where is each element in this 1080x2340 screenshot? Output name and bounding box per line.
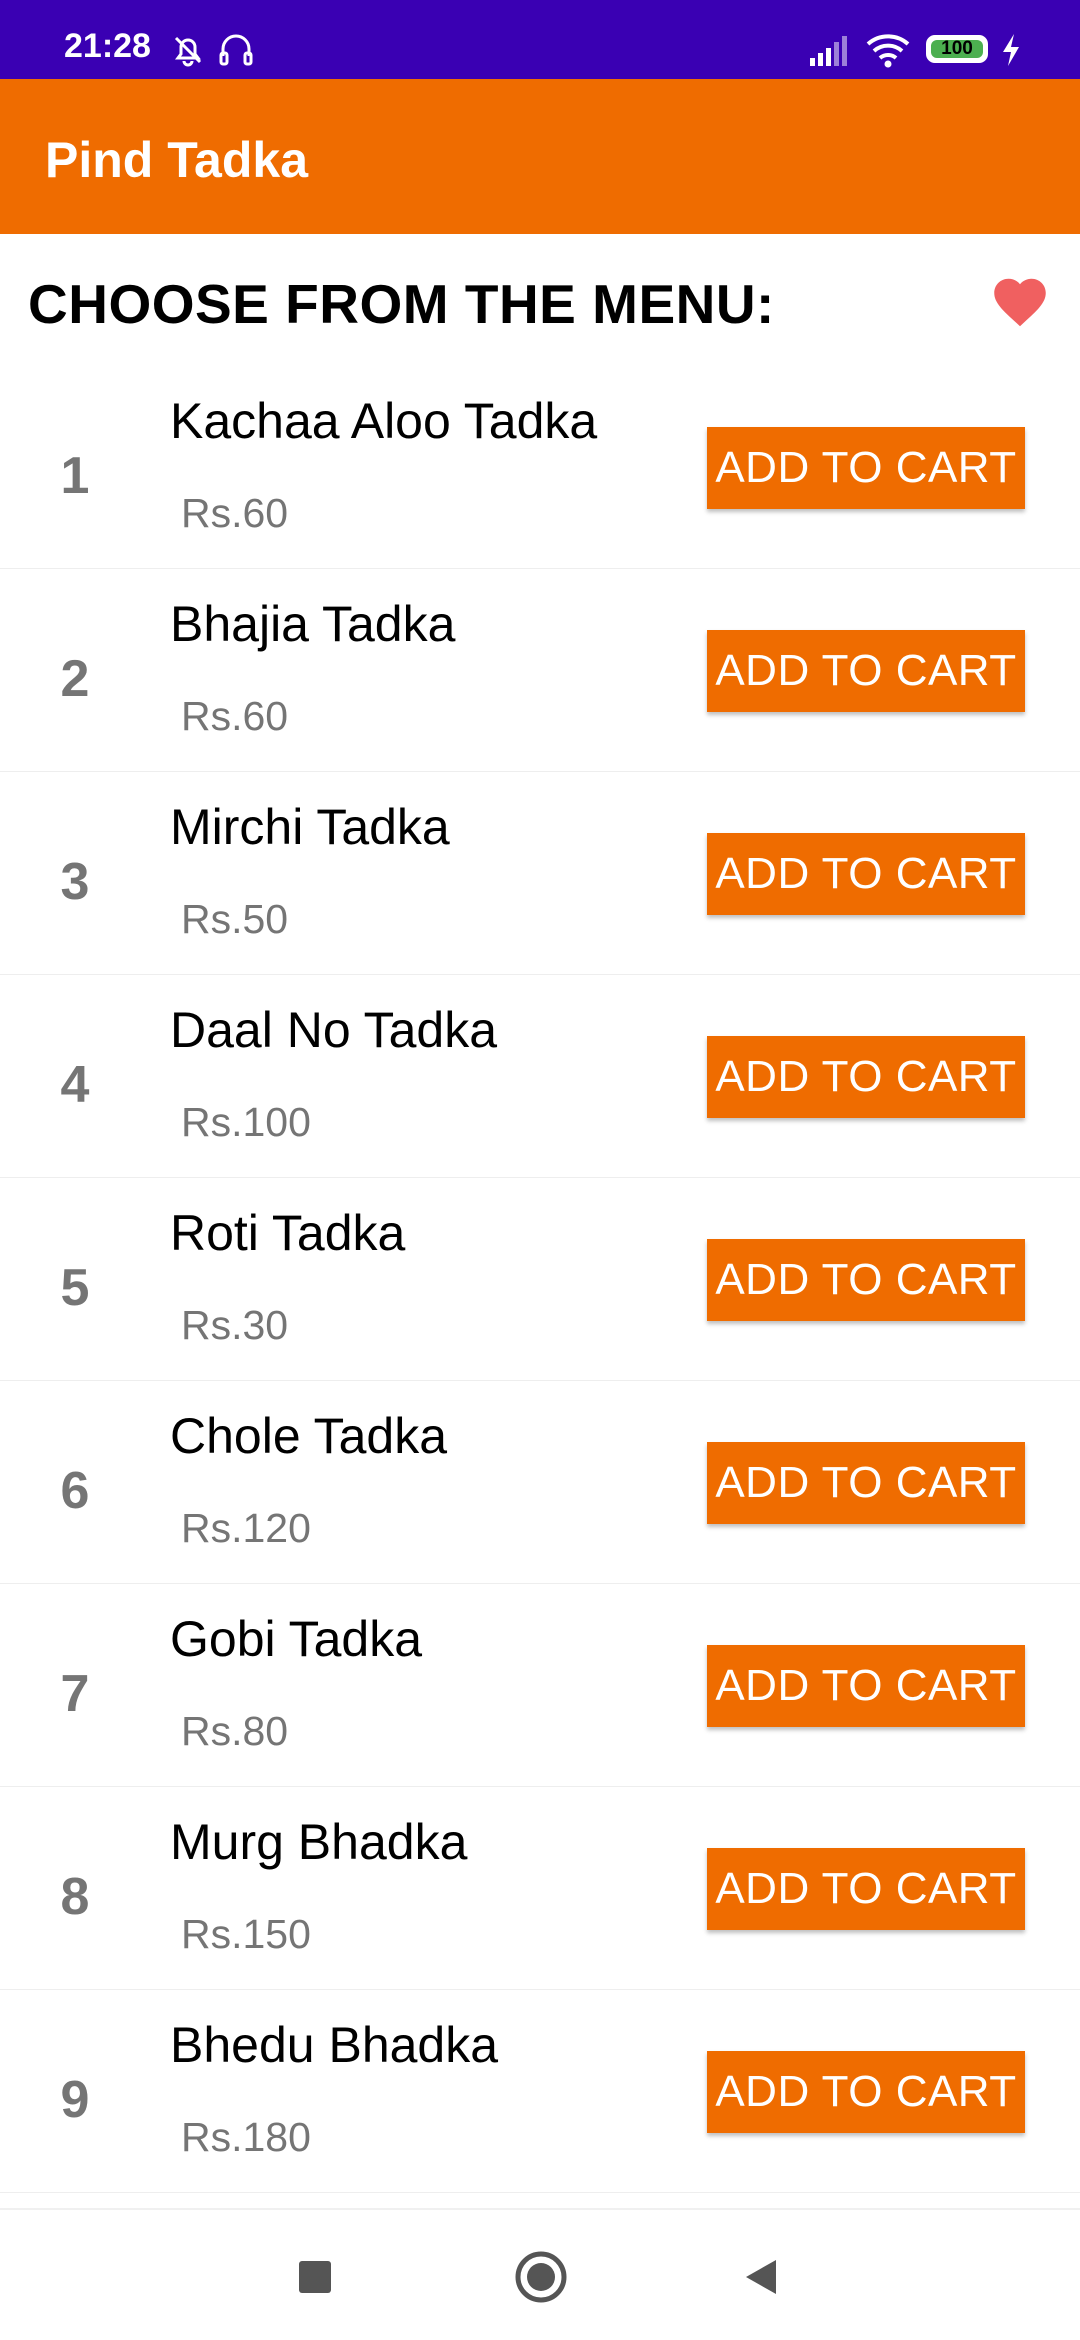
item-number: 1 bbox=[60, 447, 90, 505]
item-name: Murg Bhadka bbox=[170, 1814, 468, 1870]
item-price: Rs.80 bbox=[181, 1708, 289, 1754]
list-item: 1 Kachaa Aloo Tadka Rs.60 ADD TO CART bbox=[0, 366, 1080, 569]
item-number: 8 bbox=[60, 1868, 90, 1926]
add-to-cart-button[interactable]: ADD TO CART bbox=[707, 427, 1025, 509]
add-to-cart-button[interactable]: ADD TO CART bbox=[707, 1645, 1025, 1727]
headset-icon bbox=[219, 34, 253, 66]
item-name: Roti Tadka bbox=[170, 1205, 406, 1261]
add-to-cart-button[interactable]: ADD TO CART bbox=[707, 1036, 1025, 1118]
recents-square-icon[interactable] bbox=[298, 2260, 332, 2294]
item-number: 3 bbox=[60, 853, 90, 911]
back-triangle-icon[interactable] bbox=[744, 2258, 778, 2296]
menu-list: 1 Kachaa Aloo Tadka Rs.60 ADD TO CART 2 … bbox=[0, 366, 1080, 2193]
list-item: 8 Murg Bhadka Rs.150 ADD TO CART bbox=[0, 1787, 1080, 1990]
item-name: Mirchi Tadka bbox=[170, 799, 450, 855]
item-name: Bhajia Tadka bbox=[170, 596, 456, 652]
status-bar: 21:28 100 bbox=[0, 0, 1080, 79]
item-number: 2 bbox=[60, 650, 90, 708]
add-to-cart-button[interactable]: ADD TO CART bbox=[707, 1239, 1025, 1321]
home-circle-icon[interactable] bbox=[514, 2250, 568, 2304]
item-price: Rs.100 bbox=[181, 1099, 311, 1145]
status-time: 21:28 bbox=[64, 27, 151, 65]
add-to-cart-button[interactable]: ADD TO CART bbox=[707, 833, 1025, 915]
item-name: Kachaa Aloo Tadka bbox=[170, 393, 598, 449]
list-item: 7 Gobi Tadka Rs.80 ADD TO CART bbox=[0, 1584, 1080, 1787]
system-nav-bar bbox=[0, 2208, 1080, 2340]
list-item: 3 Mirchi Tadka Rs.50 ADD TO CART bbox=[0, 772, 1080, 975]
item-number: 4 bbox=[60, 1056, 90, 1114]
item-number: 9 bbox=[60, 2071, 90, 2129]
add-to-cart-button[interactable]: ADD TO CART bbox=[707, 1442, 1025, 1524]
add-to-cart-button[interactable]: ADD TO CART bbox=[707, 2051, 1025, 2133]
list-item: 5 Roti Tadka Rs.30 ADD TO CART bbox=[0, 1178, 1080, 1381]
item-price: Rs.120 bbox=[181, 1505, 311, 1551]
item-number: 5 bbox=[60, 1259, 90, 1317]
app-bar: Pind Tadka bbox=[0, 79, 1080, 234]
item-price: Rs.150 bbox=[181, 1911, 311, 1957]
list-item: 6 Chole Tadka Rs.120 ADD TO CART bbox=[0, 1381, 1080, 1584]
add-to-cart-button[interactable]: ADD TO CART bbox=[707, 630, 1025, 712]
app-title: Pind Tadka bbox=[45, 132, 309, 188]
heart-icon[interactable] bbox=[990, 272, 1050, 328]
battery-level: 100 bbox=[931, 39, 983, 58]
list-item: 9 Bhedu Bhadka Rs.180 ADD TO CART bbox=[0, 1990, 1080, 2193]
list-item: 2 Bhajia Tadka Rs.60 ADD TO CART bbox=[0, 569, 1080, 772]
item-number: 7 bbox=[60, 1665, 90, 1723]
item-price: Rs.180 bbox=[181, 2114, 311, 2160]
item-name: Daal No Tadka bbox=[170, 1002, 498, 1058]
item-number: 6 bbox=[60, 1462, 90, 1520]
battery-icon: 100 bbox=[926, 35, 988, 63]
signal-icon bbox=[810, 36, 847, 66]
wifi-icon bbox=[866, 34, 910, 68]
add-to-cart-button[interactable]: ADD TO CART bbox=[707, 1848, 1025, 1930]
item-price: Rs.30 bbox=[181, 1302, 289, 1348]
item-name: Gobi Tadka bbox=[170, 1611, 423, 1667]
item-name: Chole Tadka bbox=[170, 1408, 448, 1464]
item-name: Bhedu Bhadka bbox=[170, 2017, 499, 2073]
menu-heading: CHOOSE FROM THE MENU: bbox=[28, 273, 775, 335]
item-price: Rs.60 bbox=[181, 490, 289, 536]
charging-icon bbox=[1003, 34, 1019, 66]
divider bbox=[0, 2192, 1080, 2193]
item-price: Rs.50 bbox=[181, 896, 289, 942]
list-item: 4 Daal No Tadka Rs.100 ADD TO CART bbox=[0, 975, 1080, 1178]
bell-off-icon bbox=[174, 36, 202, 67]
item-price: Rs.60 bbox=[181, 693, 289, 739]
